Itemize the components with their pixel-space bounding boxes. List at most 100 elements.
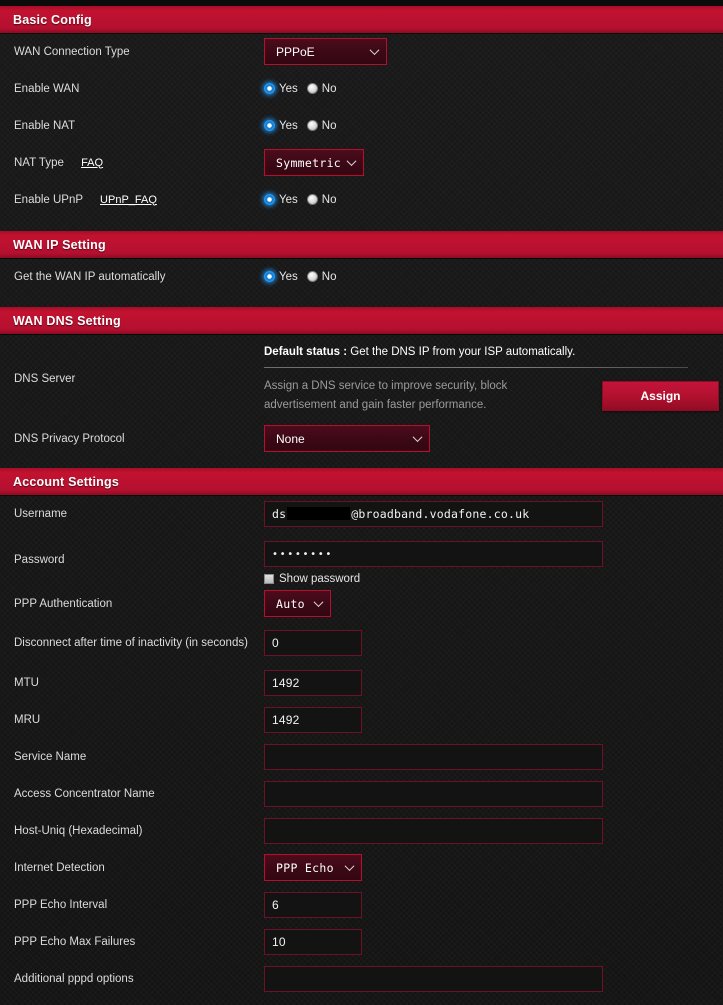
enable-nat-no-label: No (321, 119, 337, 132)
enable-nat-radio-yes[interactable]: Yes (264, 120, 298, 132)
get-wan-ip-radio-no[interactable]: No (306, 271, 336, 283)
row-dns-server: DNS Server Default status : Get the DNS … (0, 334, 723, 420)
enable-upnp-radio-yes[interactable]: Yes (264, 194, 298, 206)
disconnect-inactivity-value: 0 (272, 636, 279, 650)
access-concentrator-name-input[interactable] (264, 780, 603, 807)
row-additional-pppd-options: Additional pppd options (0, 960, 723, 997)
radio-unselected-icon (306, 120, 318, 131)
divider (264, 366, 688, 368)
enable-upnp-radio-group: Yes No (264, 194, 336, 206)
label-service-name: Service Name (14, 750, 87, 763)
radio-unselected-icon (306, 194, 318, 205)
label-enable-wan: Enable WAN (14, 82, 80, 95)
ppp-echo-max-failures-value: 10 (272, 934, 286, 949)
row-access-concentrator-name: Access Concentrator Name (0, 775, 723, 812)
redaction-bar (287, 507, 351, 520)
upnp-faq-link[interactable]: UPnP_FAQ (100, 194, 157, 206)
mru-value: 1492 (272, 712, 300, 727)
label-dns-privacy-protocol: DNS Privacy Protocol (14, 432, 125, 445)
row-ppp-echo-max-failures: PPP Echo Max Failures 10 (0, 923, 723, 960)
row-get-wan-ip-automatically: Get the WAN IP automatically Yes No (0, 258, 723, 295)
enable-nat-radio-no[interactable]: No (306, 119, 337, 132)
label-ppp-authentication: PPP Authentication (14, 597, 113, 610)
show-password-checkbox[interactable] (264, 574, 274, 584)
username-suffix: @broadband.vodafone.co.uk (351, 506, 530, 521)
row-wan-connection-type: WAN Connection Type PPPoE (0, 33, 723, 70)
mru-input[interactable]: 1492 (264, 706, 362, 733)
chevron-down-icon (412, 431, 423, 442)
label-get-wan-ip-automatically: Get the WAN IP automatically (14, 270, 166, 283)
section-title: WAN DNS Setting (13, 313, 121, 328)
section-header-basic-config: Basic Config (0, 6, 723, 33)
username-value: ds @broadband.vodafone.co.uk (272, 507, 529, 521)
dns-server-panel: Default status : Get the DNS IP from you… (264, 344, 719, 415)
internet-detection-select[interactable]: PPP Echo (264, 854, 362, 881)
get-wan-ip-yes-label: Yes (279, 270, 298, 283)
mtu-value: 1492 (272, 675, 300, 690)
enable-nat-yes-label: Yes (279, 119, 298, 132)
label-additional-pppd-options: Additional pppd options (14, 972, 134, 985)
enable-upnp-yes-label: Yes (279, 193, 298, 206)
row-internet-detection: Internet Detection PPP Echo (0, 849, 723, 886)
service-name-input[interactable] (264, 743, 603, 770)
internet-detection-value: PPP Echo (276, 860, 334, 875)
show-password-label: Show password (279, 573, 361, 585)
label-enable-upnp: Enable UPnP UPnP_FAQ (14, 193, 264, 207)
enable-wan-radio-yes[interactable]: Yes (264, 83, 298, 95)
ppp-echo-interval-input[interactable]: 6 (264, 891, 362, 918)
row-dns-privacy-protocol: DNS Privacy Protocol None (0, 420, 723, 457)
label-enable-nat: Enable NAT (14, 119, 76, 132)
row-enable-upnp: Enable UPnP UPnP_FAQ Yes No (0, 181, 723, 218)
label-nat-type: NAT Type FAQ (14, 156, 264, 170)
row-service-name: Service Name (0, 738, 723, 775)
mtu-input[interactable]: 1492 (264, 669, 362, 696)
label-access-concentrator-name: Access Concentrator Name (14, 787, 155, 800)
ppp-echo-interval-value: 6 (272, 897, 279, 912)
password-input[interactable]: •••••••• (264, 541, 603, 567)
get-wan-ip-radio-yes[interactable]: Yes (264, 271, 298, 283)
label-dns-server: DNS Server (14, 373, 76, 385)
wan-connection-type-select[interactable]: PPPoE (264, 38, 387, 65)
row-nat-type: NAT Type FAQ Symmetric (0, 144, 723, 181)
radio-selected-icon (264, 120, 275, 131)
wan-settings-page: Basic Config WAN Connection Type PPPoE E… (0, 6, 723, 1005)
wan-connection-type-value: PPPoE (276, 44, 315, 59)
enable-upnp-radio-no[interactable]: No (306, 194, 336, 206)
section-title: Basic Config (13, 12, 92, 27)
chevron-down-icon (369, 44, 380, 55)
enable-wan-radio-group: Yes No (264, 83, 336, 95)
label-password: Password (14, 554, 65, 566)
enable-wan-radio-no[interactable]: No (306, 83, 336, 95)
section-title: Account Settings (13, 474, 119, 489)
host-uniq-input[interactable] (264, 817, 603, 844)
section-header-wan-ip-setting: WAN IP Setting (0, 231, 723, 258)
section-header-wan-dns-setting: WAN DNS Setting (0, 307, 723, 334)
dns-default-status: Default status : Get the DNS IP from you… (264, 344, 719, 367)
radio-selected-icon (264, 83, 275, 94)
ppp-authentication-value: Auto (276, 596, 305, 611)
label-wan-connection-type: WAN Connection Type (14, 45, 130, 58)
get-wan-ip-radio-group: Yes No (264, 271, 336, 283)
username-prefix: ds (272, 506, 287, 521)
dns-privacy-protocol-select[interactable]: None (264, 425, 430, 452)
label-host-uniq: Host-Uniq (Hexadecimal) (14, 824, 143, 837)
row-ppp-echo-interval: PPP Echo Interval 6 (0, 886, 723, 923)
ppp-authentication-select[interactable]: Auto (264, 590, 331, 617)
radio-selected-icon (264, 271, 275, 282)
row-enable-wan: Enable WAN Yes No (0, 70, 723, 107)
dns-assign-description: Assign a DNS service to improve security… (264, 379, 508, 411)
row-username: Username ds @broadband.vodafone.co.uk (0, 495, 723, 532)
ppp-echo-max-failures-input[interactable]: 10 (264, 928, 362, 955)
disconnect-inactivity-input[interactable]: 0 (264, 630, 362, 656)
label-username: Username (14, 507, 68, 520)
nat-type-select[interactable]: Symmetric (264, 149, 364, 176)
additional-pppd-options-input[interactable] (264, 965, 603, 992)
nat-type-faq-link[interactable]: FAQ (81, 157, 103, 169)
username-input[interactable]: ds @broadband.vodafone.co.uk (264, 500, 603, 527)
assign-button[interactable]: Assign (602, 380, 719, 411)
chevron-down-icon (344, 860, 355, 871)
section-title: WAN IP Setting (13, 237, 106, 252)
radio-unselected-icon (306, 271, 318, 282)
radio-unselected-icon (306, 83, 318, 94)
row-mtu: MTU 1492 (0, 664, 723, 701)
